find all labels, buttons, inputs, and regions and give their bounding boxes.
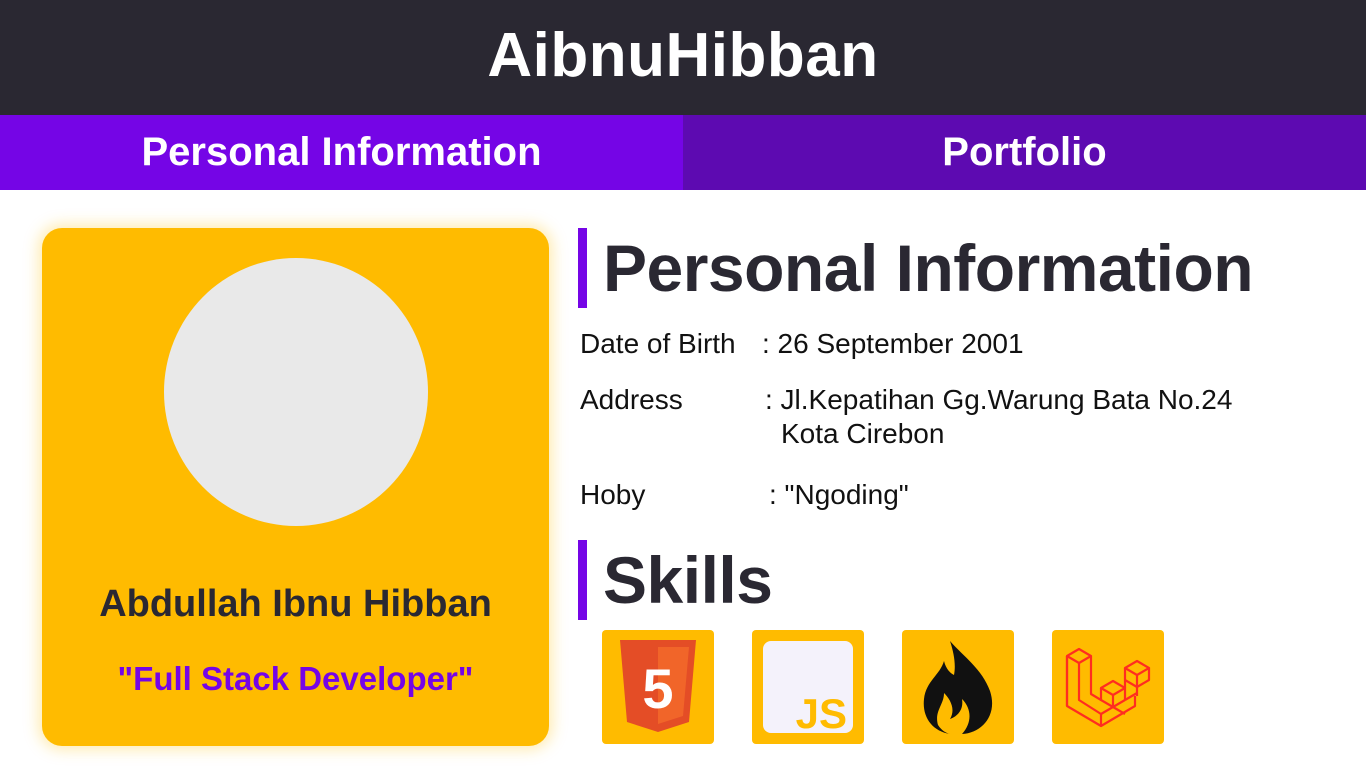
avatar xyxy=(164,258,428,526)
laravel-icon xyxy=(1065,647,1151,728)
codeigniter-icon xyxy=(923,641,993,734)
skill-tile-laravel[interactable] xyxy=(1052,630,1164,744)
info-value: : Jl.Kepatihan Gg.Warung Bata No.24 xyxy=(765,384,1233,415)
info-value: : 26 September 2001 xyxy=(762,328,1024,359)
javascript-icon: JS xyxy=(763,641,853,734)
skills-heading: Skills xyxy=(578,540,773,620)
heading-accent-bar xyxy=(578,540,587,620)
profile-card: Abdullah Ibnu Hibban "Full Stack Develop… xyxy=(42,228,549,746)
html5-glyph: 5 xyxy=(642,657,673,720)
top-bar: AibnuHibban xyxy=(0,0,1366,115)
javascript-glyph: JS xyxy=(796,690,847,734)
skills-list: 5 JS xyxy=(602,630,1164,744)
info-value-line-2: Kota Cirebon xyxy=(781,418,945,449)
profile-role: "Full Stack Developer" xyxy=(117,660,474,697)
info-label: Hoby xyxy=(580,479,646,510)
info-label: Address xyxy=(580,384,683,415)
html5-icon: 5 xyxy=(620,640,696,732)
tab-bar: Personal Information Portfolio xyxy=(0,115,1366,190)
info-value: : "Ngoding" xyxy=(769,479,909,510)
personal-information-heading: Personal Information xyxy=(578,228,1254,308)
section-title: Skills xyxy=(603,543,773,617)
heading-accent-bar xyxy=(578,228,587,308)
tab-personal-information[interactable]: Personal Information xyxy=(0,115,683,190)
brand-title: AibnuHibban xyxy=(487,21,879,90)
tab-portfolio[interactable]: Portfolio xyxy=(683,115,1366,190)
info-label: Date of Birth xyxy=(580,328,736,359)
profile-name: Abdullah Ibnu Hibban xyxy=(99,583,492,625)
skill-tile-html5[interactable]: 5 xyxy=(602,630,714,744)
section-title: Personal Information xyxy=(603,231,1254,305)
skill-tile-codeigniter[interactable] xyxy=(902,630,1014,744)
skill-tile-javascript[interactable]: JS xyxy=(752,630,864,744)
